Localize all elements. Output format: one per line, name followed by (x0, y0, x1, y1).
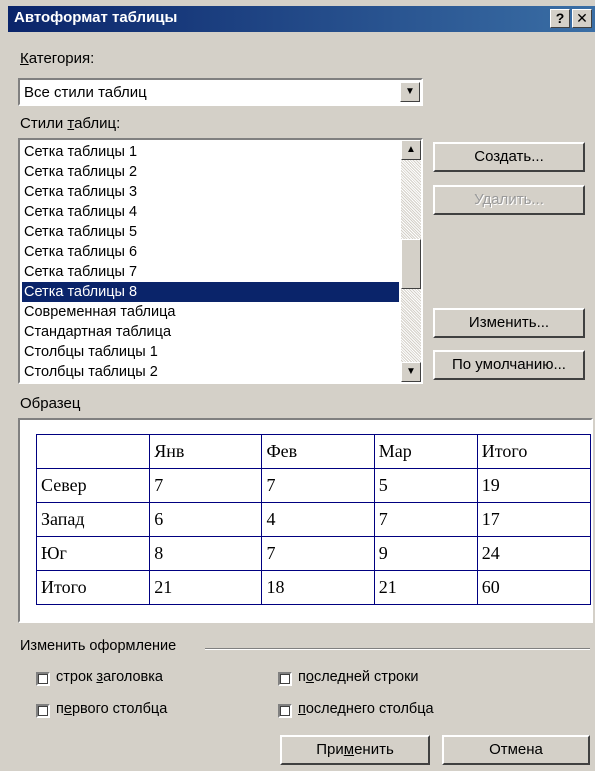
autoformat-dialog: Автоформат таблицы ? ✕ Категория: Все ст… (0, 0, 595, 771)
sample-table-cell: 7 (261, 468, 375, 503)
sample-table-cell: 60 (476, 570, 592, 605)
sample-table-cell (35, 434, 151, 469)
sample-table-row: Янв Фев Мар Итого (35, 434, 592, 469)
header-rows-checkbox[interactable] (36, 672, 50, 686)
first-column-label: первого столбца (56, 701, 168, 717)
header-rows-label: строк заголовка (56, 669, 163, 685)
delete-button[interactable]: Удалить... (433, 185, 585, 215)
sample-table-cell: 7 (261, 536, 375, 571)
sample-table: Янв Фев Мар Итого Север 7 7 5 19 Запад 6 4 7 17 Юг 8 7 9 2… (35, 434, 592, 605)
style-list-item[interactable]: Столбцы таблицы 1 (22, 342, 399, 362)
sample-table-cell: 8 (149, 536, 263, 571)
style-list-item[interactable]: Сетка таблицы 1 (22, 142, 399, 162)
style-list-item[interactable]: Сетка таблицы 8 (22, 282, 399, 302)
style-list-item[interactable]: Сетка таблицы 4 (22, 202, 399, 222)
sample-table-cell: 18 (261, 570, 375, 605)
sample-table-cell: 19 (476, 468, 592, 503)
window-title: Автоформат таблицы (14, 9, 178, 26)
style-list-item[interactable]: Столбцы таблицы 2 (22, 362, 399, 382)
sample-table-cell: Фев (261, 434, 375, 469)
group-divider (205, 648, 590, 650)
sample-table-row: Запад 6 4 7 17 (35, 502, 592, 537)
create-button[interactable]: Создать... (433, 142, 585, 172)
scrollbar-thumb[interactable] (401, 239, 421, 289)
style-list-item[interactable]: Сетка таблицы 2 (22, 162, 399, 182)
sample-table-cell: 7 (373, 502, 478, 537)
close-button[interactable]: ✕ (572, 9, 592, 28)
title-bar: Автоформат таблицы ? ✕ (8, 6, 595, 32)
sample-table-cell: 24 (476, 536, 592, 571)
last-column-label: последнего столбца (298, 701, 434, 717)
category-label: Категория: (20, 50, 95, 67)
sample-table-cell: Север (35, 468, 151, 503)
first-column-checkbox[interactable] (36, 704, 50, 718)
modify-button[interactable]: Изменить... (433, 308, 585, 338)
sample-table-cell: 7 (149, 468, 263, 503)
sample-table-cell: 4 (261, 502, 375, 537)
sample-table-cell: 17 (476, 502, 592, 537)
category-dropdown[interactable]: Все стили таблиц ▼ (18, 78, 423, 106)
cancel-button[interactable]: Отмена (442, 735, 590, 765)
sample-table-cell: 9 (373, 536, 478, 571)
apply-button[interactable]: Применить (280, 735, 430, 765)
default-button[interactable]: По умолчанию... (433, 350, 585, 380)
preview-label: Образец (20, 395, 81, 412)
scroll-up-icon[interactable]: ▲ (401, 140, 421, 160)
sample-table-cell: Мар (373, 434, 478, 469)
sample-table-cell: Итого (476, 434, 592, 469)
sample-table-row: Итого 21 18 21 60 (35, 570, 592, 605)
list-scrollbar[interactable]: ▲ ▼ (401, 140, 421, 382)
last-row-label: последней строки (298, 669, 419, 685)
sample-table-row: Юг 8 7 9 24 (35, 536, 592, 571)
last-column-checkbox[interactable] (278, 704, 292, 718)
style-list-item[interactable]: Сетка таблицы 7 (22, 262, 399, 282)
sample-table-row: Север 7 7 5 19 (35, 468, 592, 503)
style-list-item[interactable]: Сетка таблицы 6 (22, 242, 399, 262)
preview-area: Янв Фев Мар Итого Север 7 7 5 19 Запад 6 4 7 17 Юг 8 7 9 2… (18, 418, 593, 623)
sample-table-cell: Итого (35, 570, 151, 605)
style-list-item[interactable]: Сетка таблицы 3 (22, 182, 399, 202)
styles-label: Стили таблиц: (20, 115, 121, 132)
style-list-item[interactable]: Сетка таблицы 5 (22, 222, 399, 242)
apply-options-label: Изменить оформление (20, 638, 177, 654)
category-selected-value: Все стили таблиц (24, 84, 147, 101)
sample-table-cell: Юг (35, 536, 151, 571)
styles-listbox[interactable]: Сетка таблицы 1 Сетка таблицы 2 Сетка табл… (18, 138, 423, 384)
sample-table-cell: 21 (373, 570, 478, 605)
help-button[interactable]: ? (550, 9, 570, 28)
last-row-checkbox[interactable] (278, 672, 292, 686)
sample-table-cell: Янв (149, 434, 263, 469)
scroll-down-icon[interactable]: ▼ (401, 362, 421, 382)
sample-table-cell: 21 (149, 570, 263, 605)
sample-table-cell: 5 (373, 468, 478, 503)
style-list-item[interactable]: Современная таблица (22, 302, 399, 322)
sample-table-cell: 6 (149, 502, 263, 537)
chevron-down-icon[interactable]: ▼ (400, 82, 420, 102)
sample-table-cell: Запад (35, 502, 151, 537)
style-list-item[interactable]: Стандартная таблица (22, 322, 399, 342)
